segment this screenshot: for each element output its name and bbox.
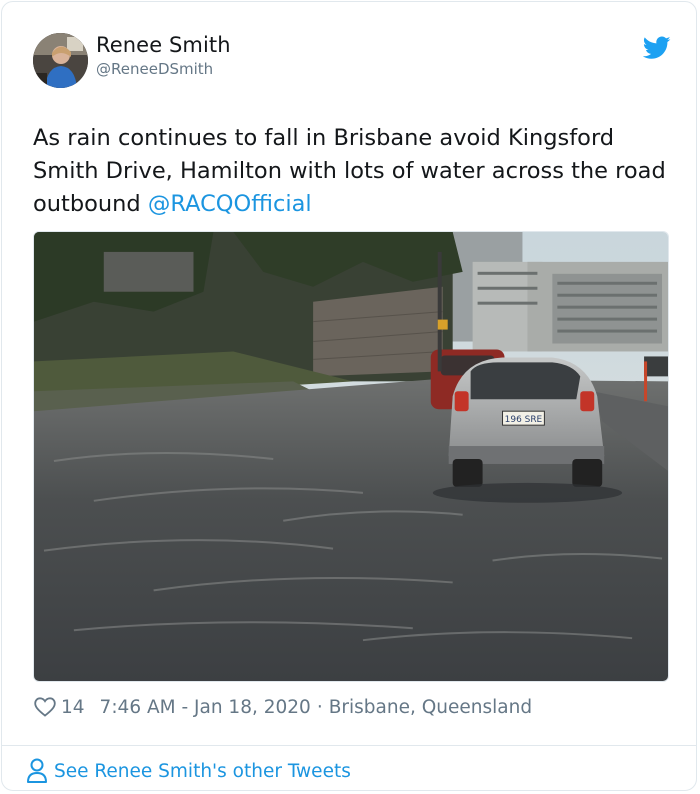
see-other-tweets-label[interactable]: See Renee Smith's other Tweets xyxy=(54,761,351,782)
avatar-image xyxy=(33,33,88,88)
like-count: 14 xyxy=(61,696,85,718)
flooded-road-photo: 196 SRE xyxy=(34,232,668,681)
tweet-location[interactable]: Brisbane, Queensland xyxy=(329,697,532,718)
license-plate: 196 SRE xyxy=(505,415,543,425)
see-other-tweets-link[interactable]: See Renee Smith's other Tweets xyxy=(26,756,351,786)
tweet-meta: 14 7:46 AM - Jan 18, 2020 · Brisbane, Qu… xyxy=(33,694,532,720)
author-name[interactable]: Renee Smith xyxy=(96,33,231,57)
person-icon xyxy=(27,758,47,783)
twitter-bird-icon[interactable] xyxy=(643,36,671,60)
mention-link[interactable]: @RACQOfficial xyxy=(148,191,312,217)
meta-separator: · xyxy=(316,696,323,718)
tweet-body: As rain continues to fall in Brisbane av… xyxy=(33,125,666,217)
author-handle[interactable]: @ReneeDSmith xyxy=(96,60,213,78)
tweet-text: As rain continues to fall in Brisbane av… xyxy=(33,122,683,221)
divider xyxy=(2,745,696,746)
tweet-timestamp[interactable]: 7:46 AM - Jan 18, 2020 xyxy=(100,697,311,718)
heart-icon[interactable] xyxy=(33,695,57,719)
tweet-card: Renee Smith @ReneeDSmith As rain continu… xyxy=(1,1,697,791)
tweet-photo[interactable]: 196 SRE xyxy=(33,231,669,682)
avatar[interactable] xyxy=(33,33,88,88)
